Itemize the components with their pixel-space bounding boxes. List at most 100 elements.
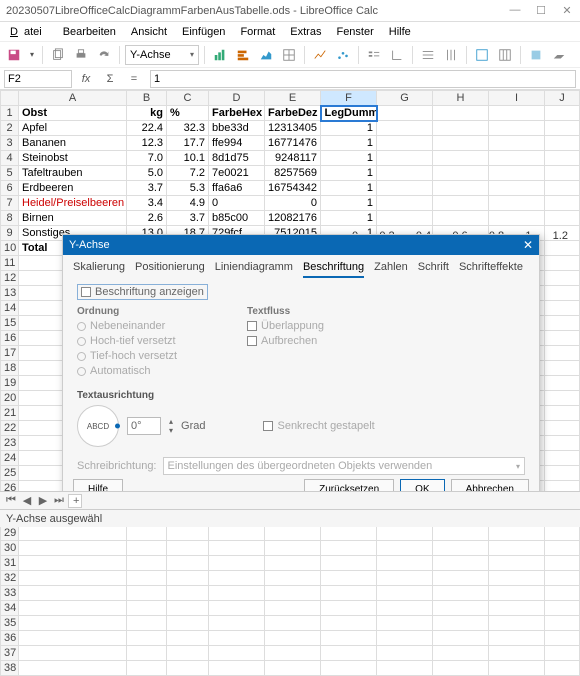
row-header[interactable]: 18 bbox=[1, 361, 19, 376]
tab-skalierung[interactable]: Skalierung bbox=[73, 261, 125, 278]
row-header[interactable]: 15 bbox=[1, 316, 19, 331]
formula-input[interactable]: 1 bbox=[150, 70, 576, 88]
row-header[interactable]: 7 bbox=[1, 196, 19, 211]
row-header[interactable]: 21 bbox=[1, 406, 19, 421]
equals-icon[interactable]: = bbox=[124, 69, 144, 89]
row-header[interactable]: 10 bbox=[1, 241, 19, 256]
add-sheet-icon[interactable]: + bbox=[68, 494, 82, 508]
row-header[interactable]: 2 bbox=[1, 121, 19, 136]
dialog-close-icon[interactable]: ✕ bbox=[523, 238, 533, 252]
wall-icon[interactable] bbox=[526, 45, 546, 65]
menu-format[interactable]: Format bbox=[234, 25, 281, 39]
col-header-B[interactable]: B bbox=[127, 91, 167, 106]
degree-input[interactable]: 0° bbox=[127, 417, 161, 435]
axis-icon[interactable] bbox=[387, 45, 407, 65]
menu-extras[interactable]: Extras bbox=[284, 25, 327, 39]
row-header[interactable]: 16 bbox=[1, 331, 19, 346]
dialog-titlebar[interactable]: Y-Achse ✕ bbox=[63, 235, 539, 255]
row-header[interactable]: 20 bbox=[1, 391, 19, 406]
chart-area-icon[interactable] bbox=[256, 45, 276, 65]
order-option[interactable]: Tief-hoch versetzt bbox=[77, 350, 177, 362]
grid-x-icon[interactable] bbox=[418, 45, 438, 65]
sum-icon[interactable]: Σ bbox=[100, 69, 120, 89]
chart-scatter-icon[interactable] bbox=[333, 45, 353, 65]
chart-grid-icon[interactable] bbox=[279, 45, 299, 65]
row-header[interactable]: 35 bbox=[1, 616, 19, 631]
minimize-button[interactable]: — bbox=[508, 4, 522, 17]
row-header[interactable]: 14 bbox=[1, 301, 19, 316]
row-header[interactable]: 36 bbox=[1, 631, 19, 646]
tab-schrifteffekte[interactable]: Schrifteffekte bbox=[459, 261, 523, 278]
show-label-checkbox[interactable]: Beschriftung anzeigen bbox=[77, 284, 208, 300]
col-header-J[interactable]: J bbox=[545, 91, 580, 106]
row-header[interactable]: 29 bbox=[1, 526, 19, 541]
save-icon[interactable] bbox=[4, 45, 24, 65]
row-header[interactable]: 9 bbox=[1, 226, 19, 241]
row-header[interactable]: 32 bbox=[1, 571, 19, 586]
redo-icon[interactable] bbox=[94, 45, 114, 65]
row-header[interactable]: 5 bbox=[1, 166, 19, 181]
data-range-icon[interactable] bbox=[472, 45, 492, 65]
row-header[interactable]: 24 bbox=[1, 451, 19, 466]
menu-edit[interactable]: Bearbeiten bbox=[57, 25, 122, 39]
legend-icon[interactable] bbox=[364, 45, 384, 65]
tab-positionierung[interactable]: Positionierung bbox=[135, 261, 205, 278]
row-header[interactable]: 22 bbox=[1, 421, 19, 436]
grid-y-icon[interactable] bbox=[441, 45, 461, 65]
row-header[interactable]: 6 bbox=[1, 181, 19, 196]
flow-option[interactable]: Überlappung bbox=[247, 320, 324, 332]
menu-file[interactable]: Datei bbox=[4, 25, 54, 39]
order-option[interactable]: Nebeneinander bbox=[77, 320, 177, 332]
writing-direction-select[interactable]: Einstellungen des übergeordneten Objekts… bbox=[163, 457, 526, 475]
col-header-F[interactable]: F bbox=[321, 91, 377, 106]
order-option[interactable]: Hoch-tief versetzt bbox=[77, 335, 177, 347]
dropdown-icon[interactable]: ▾ bbox=[27, 45, 37, 65]
row-header[interactable]: 19 bbox=[1, 376, 19, 391]
name-box-combo[interactable]: Y-Achse▾ bbox=[125, 45, 199, 65]
row-header[interactable]: 34 bbox=[1, 601, 19, 616]
row-header[interactable]: 1 bbox=[1, 106, 19, 121]
row-header[interactable]: 17 bbox=[1, 346, 19, 361]
row-header[interactable]: 30 bbox=[1, 541, 19, 556]
col-header-I[interactable]: I bbox=[489, 91, 545, 106]
tab-schrift[interactable]: Schrift bbox=[418, 261, 449, 278]
menu-insert[interactable]: Einfügen bbox=[176, 25, 231, 39]
tab-beschriftung[interactable]: Beschriftung bbox=[303, 261, 364, 278]
col-header-E[interactable]: E bbox=[265, 91, 321, 106]
menu-window[interactable]: Fenster bbox=[330, 25, 379, 39]
chart-hbar-icon[interactable] bbox=[233, 45, 253, 65]
tab-liniendiagramm[interactable]: Liniendiagramm bbox=[215, 261, 293, 278]
row-header[interactable]: 13 bbox=[1, 286, 19, 301]
menu-help[interactable]: Hilfe bbox=[383, 25, 417, 39]
row-header[interactable]: 23 bbox=[1, 436, 19, 451]
col-header-A[interactable]: A bbox=[19, 91, 127, 106]
copy-icon[interactable] bbox=[48, 45, 68, 65]
cell-reference-box[interactable]: F2 bbox=[4, 70, 72, 88]
col-header-H[interactable]: H bbox=[433, 91, 489, 106]
flow-option[interactable]: Aufbrechen bbox=[247, 335, 324, 347]
nav-last-icon[interactable]: ⏭ bbox=[52, 494, 66, 507]
nav-next-icon[interactable]: ▶ bbox=[36, 494, 50, 507]
row-header[interactable]: 11 bbox=[1, 256, 19, 271]
row-header[interactable]: 8 bbox=[1, 211, 19, 226]
print-icon[interactable] bbox=[71, 45, 91, 65]
row-header[interactable]: 37 bbox=[1, 646, 19, 661]
row-header[interactable]: 3 bbox=[1, 136, 19, 151]
row-header[interactable]: 4 bbox=[1, 151, 19, 166]
col-header-C[interactable]: C bbox=[167, 91, 209, 106]
floor-icon[interactable] bbox=[549, 45, 569, 65]
col-header-D[interactable]: D bbox=[209, 91, 265, 106]
row-header[interactable]: 33 bbox=[1, 586, 19, 601]
fx-icon[interactable]: fx bbox=[76, 69, 96, 89]
orientation-dial[interactable]: ABCD bbox=[77, 405, 119, 447]
stacked-checkbox[interactable]: Senkrecht gestapelt bbox=[263, 420, 374, 432]
data-table-icon[interactable] bbox=[495, 45, 515, 65]
col-header-G[interactable]: G bbox=[377, 91, 433, 106]
row-header[interactable]: 12 bbox=[1, 271, 19, 286]
nav-prev-icon[interactable]: ◀ bbox=[20, 494, 34, 507]
tab-zahlen[interactable]: Zahlen bbox=[374, 261, 408, 278]
chart-line-icon[interactable] bbox=[310, 45, 330, 65]
menu-view[interactable]: Ansicht bbox=[125, 25, 173, 39]
close-button[interactable]: ✕ bbox=[560, 4, 574, 17]
row-header[interactable]: 31 bbox=[1, 556, 19, 571]
